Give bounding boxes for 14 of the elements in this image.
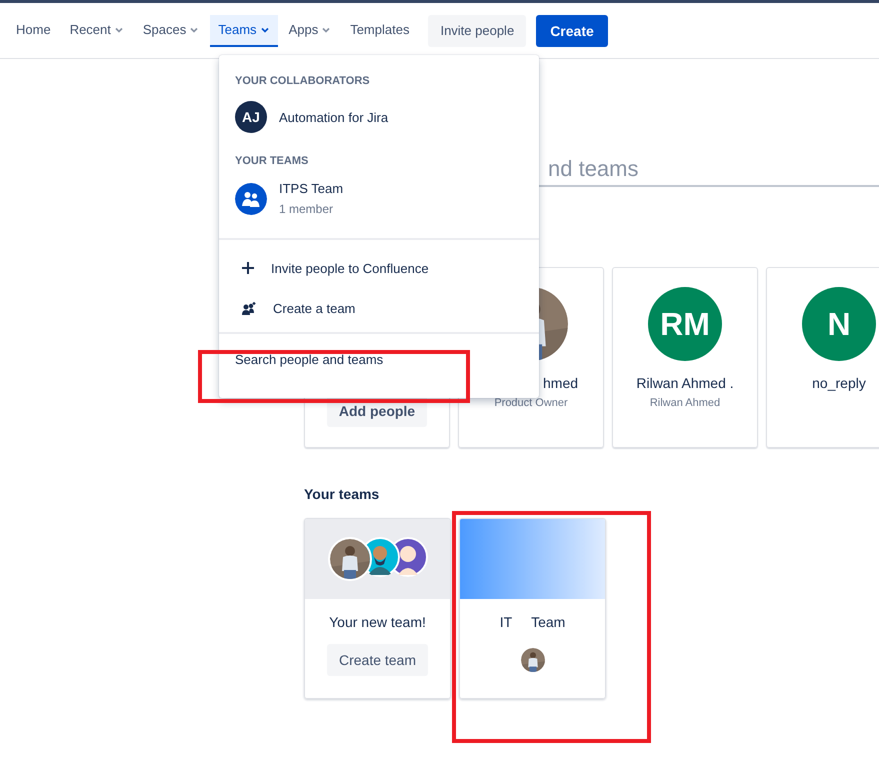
team-title: Your new team!	[329, 614, 426, 630]
person-name: hmed	[543, 375, 578, 391]
person-name: Rilwan Ahmed .	[636, 375, 734, 391]
menu-item-name: Automation for Jira	[279, 110, 388, 124]
team-title: IT Team	[500, 614, 566, 630]
avatar: N	[802, 287, 876, 361]
person-name: no_reply	[812, 375, 866, 391]
member-count: 1 member	[279, 202, 334, 216]
avatar: AJ	[235, 101, 267, 133]
avatar: RM	[648, 287, 722, 361]
person-role: Product Owner	[494, 397, 568, 409]
section-heading: Your teams	[304, 486, 380, 502]
section-heading: YOUR COLLABORATORS	[234, 75, 371, 87]
person-role: Rilwan Ahmed	[650, 397, 720, 409]
